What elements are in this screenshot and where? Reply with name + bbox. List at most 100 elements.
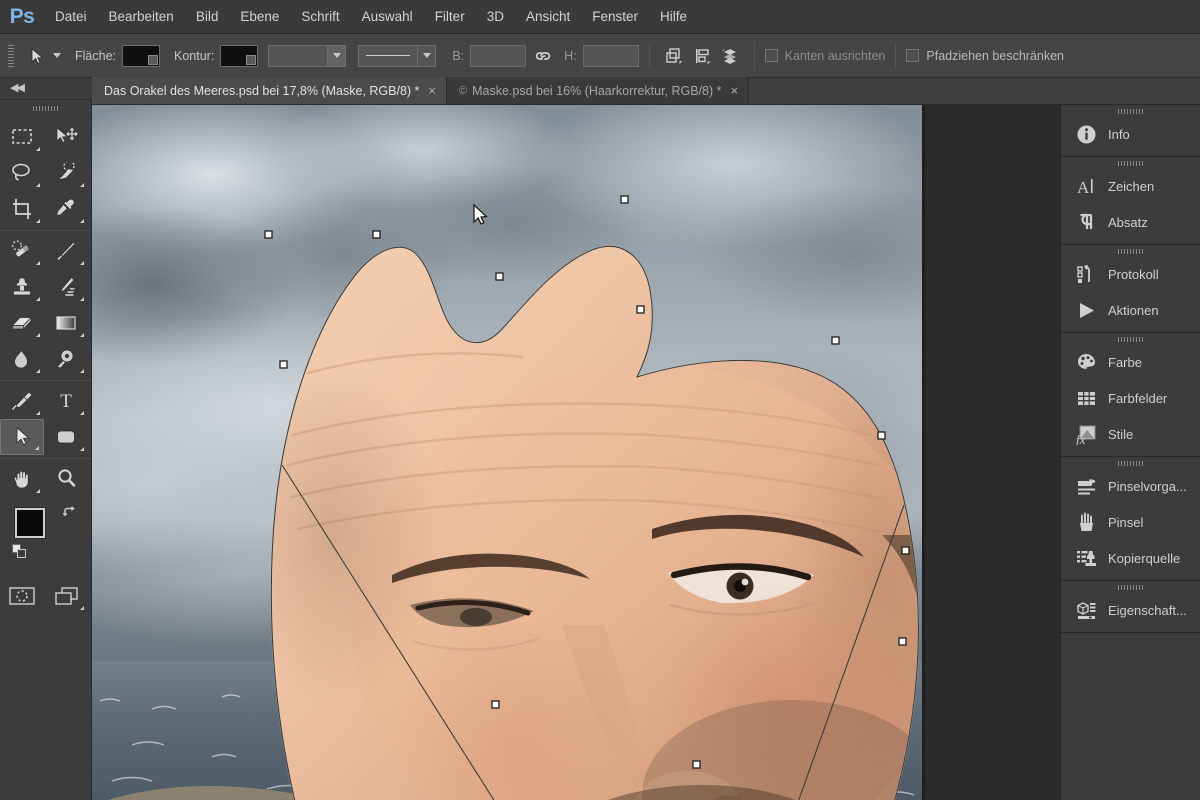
menu-item-hilfe[interactable]: Hilfe xyxy=(649,0,698,34)
close-icon[interactable]: × xyxy=(731,84,739,97)
eyedropper-tool[interactable] xyxy=(44,191,88,227)
path-arrangement-icon[interactable] xyxy=(716,43,744,69)
height-input[interactable] xyxy=(583,45,639,67)
panel-group-grip[interactable] xyxy=(1118,249,1144,254)
swap-colors-icon[interactable] xyxy=(62,506,77,521)
menu-item-ansicht[interactable]: Ansicht xyxy=(515,0,581,34)
stroke-style-chevron-down-icon[interactable] xyxy=(417,46,435,66)
close-icon[interactable]: × xyxy=(428,84,436,97)
type-tool[interactable]: T xyxy=(44,383,88,419)
toolbar-collapse-bar[interactable]: ◀◀ xyxy=(0,78,92,100)
menu-item-ebene[interactable]: Ebene xyxy=(229,0,290,34)
path-operations-icon[interactable] xyxy=(660,43,688,69)
lasso-tool[interactable] xyxy=(0,155,44,191)
fill-color-swatch[interactable] xyxy=(122,45,160,67)
panel-group-grip[interactable] xyxy=(1118,337,1144,342)
panel-item-protokoll[interactable]: Protokoll xyxy=(1061,256,1200,292)
flyout-corner-icon xyxy=(36,261,40,265)
panel-item-pinsel[interactable]: Pinsel xyxy=(1061,504,1200,540)
panel-group-grip[interactable] xyxy=(1118,109,1144,114)
crop-tool[interactable] xyxy=(0,191,44,227)
panel-item-label: Pinsel xyxy=(1108,515,1143,530)
menu-item-3d[interactable]: 3D xyxy=(476,0,515,34)
foreground-color-swatch[interactable] xyxy=(15,508,45,538)
move-tool[interactable] xyxy=(44,119,88,155)
dodge-tool[interactable] xyxy=(44,341,88,377)
align-edges-checkbox-row[interactable]: Kanten ausrichten xyxy=(765,49,886,63)
quick-mask-mode-button[interactable] xyxy=(0,578,44,614)
panel-item-pinselvorga[interactable]: Pinselvorga... xyxy=(1061,468,1200,504)
panel-item-aktionen[interactable]: Aktionen xyxy=(1061,292,1200,328)
stroke-width-field[interactable] xyxy=(268,45,346,67)
panel-item-farbfelder[interactable]: Farbfelder xyxy=(1061,380,1200,416)
align-edges-checkbox[interactable] xyxy=(765,49,778,62)
zoom-tool[interactable] xyxy=(44,461,88,497)
constrain-path-dragging-checkbox-row[interactable]: Pfadziehen beschränken xyxy=(906,49,1064,63)
default-colors-icon[interactable] xyxy=(12,544,28,560)
document-tab-1[interactable]: Das Orakel des Meeres.psd bei 17,8% (Mas… xyxy=(92,77,447,104)
menu-item-bild[interactable]: Bild xyxy=(185,0,230,34)
blur-tool[interactable] xyxy=(0,341,44,377)
rectangular-marquee-tool[interactable] xyxy=(0,119,44,155)
link-chain-icon[interactable] xyxy=(534,49,552,63)
menu-item-bearbeiten[interactable]: Bearbeiten xyxy=(98,0,185,34)
tools-panel-grip[interactable] xyxy=(33,106,59,111)
menu-item-schrift[interactable]: Schrift xyxy=(290,0,350,34)
panel-item-eigenschaft[interactable]: Eigenschaft... xyxy=(1061,592,1200,628)
width-input[interactable] xyxy=(470,45,526,67)
panel-group-3: ProtokollAktionen xyxy=(1061,249,1200,333)
panel-group-grip[interactable] xyxy=(1118,461,1144,466)
stroke-width-chevron-down-icon[interactable] xyxy=(327,46,345,66)
panel-group-grip[interactable] xyxy=(1118,585,1144,590)
screen-mode-button[interactable] xyxy=(44,578,88,614)
eraser-tool[interactable] xyxy=(0,305,44,341)
pen-tool[interactable] xyxy=(0,383,44,419)
canvas-edge-shadow xyxy=(922,105,925,800)
stroke-color-swatch[interactable] xyxy=(220,45,258,67)
menu-item-datei[interactable]: Datei xyxy=(44,0,98,34)
stroke-style-select[interactable] xyxy=(358,45,436,67)
brush-tool[interactable] xyxy=(44,233,88,269)
spot-healing-brush-tool[interactable] xyxy=(0,233,44,269)
constrain-path-dragging-checkbox[interactable] xyxy=(906,49,919,62)
panel-item-absatz[interactable]: Absatz xyxy=(1061,204,1200,240)
menu-item-auswahl[interactable]: Auswahl xyxy=(351,0,424,34)
tab-copyright-icon: © xyxy=(459,85,467,97)
panel-item-info[interactable]: Info xyxy=(1061,116,1200,152)
options-bar-grip[interactable] xyxy=(8,45,14,67)
path-alignment-icon[interactable] xyxy=(688,43,716,69)
document-tab-2[interactable]: ©Maske.psd bei 16% (Haarkorrektur, RGB/8… xyxy=(447,77,749,104)
toolbar-mode-buttons xyxy=(0,578,91,614)
path-selection-arrow-icon[interactable] xyxy=(24,43,50,69)
path-selection-tool[interactable] xyxy=(0,419,44,455)
hand-tool[interactable] xyxy=(0,461,44,497)
menu-item-filter[interactable]: Filter xyxy=(424,0,476,34)
quick-selection-tool[interactable] xyxy=(44,155,88,191)
tool-group-selection xyxy=(0,117,91,231)
panel-item-zeichen[interactable]: AZeichen xyxy=(1061,168,1200,204)
tool-preset-chevron-down-icon[interactable] xyxy=(53,53,61,58)
double-chevron-left-icon[interactable]: ◀◀ xyxy=(10,83,23,94)
canvas-artwork xyxy=(92,105,922,800)
panel-group-2: AZeichen Absatz xyxy=(1061,161,1200,245)
info-circle-icon xyxy=(1073,121,1099,147)
properties-panel-icon xyxy=(1073,597,1099,623)
panel-item-kopierquelle[interactable]: Kopierquelle xyxy=(1061,540,1200,576)
panel-group-grip[interactable] xyxy=(1118,161,1144,166)
svg-text:A: A xyxy=(1077,178,1090,197)
flyout-corner-icon xyxy=(80,297,84,301)
rectangle-shape-tool[interactable] xyxy=(44,419,88,455)
panel-item-stile[interactable]: fxStile xyxy=(1061,416,1200,452)
panel-item-label: Farbe xyxy=(1108,355,1142,370)
tool-group-retouch xyxy=(0,231,91,381)
color-swatches xyxy=(0,506,91,572)
menu-items: DateiBearbeitenBildEbeneSchriftAuswahlFi… xyxy=(44,0,698,34)
document-canvas[interactable] xyxy=(92,105,922,800)
panel-item-farbe[interactable]: Farbe xyxy=(1061,344,1200,380)
flyout-corner-icon xyxy=(80,606,84,610)
gradient-tool[interactable] xyxy=(44,305,88,341)
history-brush-tool[interactable] xyxy=(44,269,88,305)
clone-stamp-tool[interactable] xyxy=(0,269,44,305)
menu-item-fenster[interactable]: Fenster xyxy=(581,0,649,34)
panel-item-label: Absatz xyxy=(1108,215,1148,230)
